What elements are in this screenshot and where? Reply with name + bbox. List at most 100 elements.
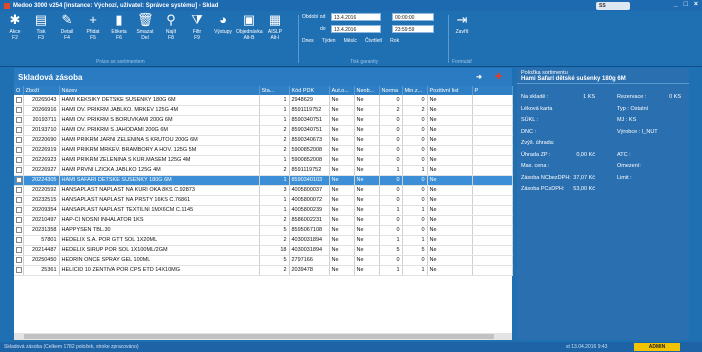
row-checkbox-cell[interactable] bbox=[14, 265, 24, 276]
row-checkbox[interactable] bbox=[16, 266, 22, 273]
column-header[interactable]: Název bbox=[59, 86, 260, 95]
user-indicator[interactable]: SS bbox=[596, 2, 630, 10]
cell-neob: Ne bbox=[354, 155, 380, 166]
horizontal-scrollbar[interactable] bbox=[14, 333, 512, 340]
row-checkbox-cell[interactable] bbox=[14, 145, 24, 156]
period-option[interactable]: Týden bbox=[322, 38, 336, 44]
row-checkbox[interactable] bbox=[16, 116, 22, 123]
row-checkbox[interactable] bbox=[16, 206, 22, 213]
table-row[interactable]: 25361 HELICID 10 ZENTIVA POR CPS ETD 14X1… bbox=[14, 265, 513, 276]
time-to-input[interactable]: 23:59:59 bbox=[392, 25, 434, 33]
row-checkbox[interactable] bbox=[16, 246, 22, 253]
ribbon-button-0[interactable]: ✱ Akce F2 bbox=[2, 13, 28, 42]
column-header[interactable]: P bbox=[472, 86, 513, 95]
row-checkbox-cell[interactable] bbox=[14, 195, 24, 206]
cell-stav: 2 bbox=[259, 125, 290, 136]
table-row[interactable]: 20226923 HAMI PRIKRM ZELENINA S KUR.MASEM… bbox=[14, 155, 513, 166]
ribbon-button-6[interactable]: ⚲ Najít F8 bbox=[158, 13, 184, 42]
row-checkbox-cell[interactable] bbox=[14, 155, 24, 166]
row-checkbox[interactable] bbox=[16, 226, 22, 233]
cell-min: 5 bbox=[402, 245, 428, 256]
row-checkbox[interactable] bbox=[16, 216, 22, 223]
scrollbar-thumb[interactable] bbox=[24, 334, 494, 339]
row-checkbox-cell[interactable] bbox=[14, 135, 24, 146]
maximize-button[interactable]: □ bbox=[684, 1, 688, 8]
table-row[interactable]: 20224305 HAMI SAFARI DETSKE SUSENKY 180G … bbox=[14, 175, 513, 186]
row-checkbox-cell[interactable] bbox=[14, 245, 24, 256]
cell-aut: Ne bbox=[329, 195, 355, 206]
ribbon-button-1[interactable]: ▤ Tisk F3 bbox=[28, 13, 54, 42]
table-row[interactable]: 20209354 HANSAPLAST NAPLAST TEXTILNI 1MX6… bbox=[14, 205, 513, 216]
column-header[interactable]: Sta... bbox=[259, 86, 290, 95]
row-checkbox[interactable] bbox=[16, 146, 22, 153]
ribbon-button-10[interactable]: ▦ AISLP Alt-I bbox=[262, 13, 288, 42]
table-row[interactable]: 20220690 HAMI PRIKRM JARNI ZELENINA S KRU… bbox=[14, 135, 513, 146]
row-checkbox-cell[interactable] bbox=[14, 185, 24, 196]
column-header[interactable]: Norma bbox=[379, 86, 403, 95]
row-checkbox-cell[interactable] bbox=[14, 205, 24, 216]
row-checkbox-cell[interactable] bbox=[14, 225, 24, 236]
column-header[interactable]: Zboží bbox=[23, 86, 60, 95]
row-checkbox[interactable] bbox=[16, 126, 22, 133]
date-to-input[interactable]: 13.4.2016 bbox=[331, 25, 381, 33]
table-row[interactable]: 20193711 HAMI OV. PRIKRM S BORUVKAMI 200G… bbox=[14, 115, 513, 126]
table-row[interactable]: 20226927 HAMI PRVNI LZICKA JABLKO 125G 4M… bbox=[14, 165, 513, 176]
column-header[interactable]: Neob... bbox=[354, 86, 380, 95]
row-checkbox[interactable] bbox=[16, 96, 22, 103]
table-row[interactable]: 20220592 HANSAPLAST NAPLAST NA KURI OKA 8… bbox=[14, 185, 513, 196]
row-checkbox[interactable] bbox=[16, 236, 22, 243]
arrow-right-icon[interactable]: ➜ bbox=[476, 73, 482, 81]
close-form-button[interactable]: ⇥ Zavřít bbox=[452, 13, 472, 36]
row-checkbox-cell[interactable] bbox=[14, 165, 24, 176]
period-option[interactable]: Rok bbox=[390, 38, 399, 44]
time-from-input[interactable]: 00:00:00 bbox=[392, 13, 434, 21]
table-row[interactable]: 20266916 HAMI OV. PRIKRM JABLKO. MRKEV 12… bbox=[14, 105, 513, 116]
ribbon-button-9[interactable]: ▣ Objednávka Alt-B bbox=[236, 13, 263, 42]
row-checkbox[interactable] bbox=[16, 136, 22, 143]
column-header[interactable]: Min.z... bbox=[402, 86, 428, 95]
period-option[interactable]: Dnes bbox=[302, 38, 314, 44]
period-option[interactable]: Měsíc bbox=[344, 38, 357, 44]
minimize-button[interactable]: _ bbox=[674, 1, 678, 8]
close-window-button[interactable]: × bbox=[694, 1, 698, 8]
column-header[interactable]: Pozitivní list bbox=[427, 86, 473, 95]
row-checkbox[interactable] bbox=[16, 196, 22, 203]
pin-icon[interactable]: ✚ bbox=[495, 72, 502, 81]
row-checkbox[interactable] bbox=[16, 256, 22, 263]
row-checkbox[interactable] bbox=[16, 106, 22, 113]
ribbon-button-3[interactable]: + Přidat F5 bbox=[80, 13, 106, 42]
row-checkbox-cell[interactable] bbox=[14, 125, 24, 136]
column-header[interactable]: O bbox=[14, 86, 24, 95]
row-checkbox-cell[interactable] bbox=[14, 215, 24, 226]
ribbon-button-7[interactable]: ⧩ Filtr F9 bbox=[184, 13, 210, 42]
column-header[interactable]: Kód PDK bbox=[289, 86, 330, 95]
table-row[interactable]: 20231358 HAPPYSEN TBL.30 5 8595067108 Ne Ne 0 0… bbox=[14, 225, 513, 236]
row-checkbox[interactable] bbox=[16, 156, 22, 163]
row-checkbox[interactable] bbox=[16, 166, 22, 173]
row-checkbox[interactable] bbox=[16, 186, 22, 193]
row-checkbox-cell[interactable] bbox=[14, 115, 24, 126]
detail-v: 37,07 Kč bbox=[573, 174, 595, 181]
table-row[interactable]: 57801 HEDELIX S.A. POR GTT SOL 1X20ML 2 403… bbox=[14, 235, 513, 246]
row-checkbox-cell[interactable] bbox=[14, 235, 24, 246]
ribbon-button-2[interactable]: ✎ Detail F4 bbox=[54, 13, 80, 42]
table-row[interactable]: 20265043 HAMI KEKSIKY DETSKE SUSENKY 180G… bbox=[14, 95, 513, 106]
table-row[interactable]: 20193710 HAMI OV. PRIKRM S JAHODAMI 200G … bbox=[14, 125, 513, 136]
period-option[interactable]: Čtvrtletí bbox=[365, 38, 382, 44]
table-row[interactable]: 20214487 HEDELIX SIRUP POR SOL 1X100ML/2G… bbox=[14, 245, 513, 256]
table-row[interactable]: 20232515 HANSAPLAST NAPLAST NA PRSTY 16KS… bbox=[14, 195, 513, 206]
table-row[interactable]: 20250450 HEDRIN ONCE SPRAY GEL 100ML 5 2797… bbox=[14, 255, 513, 266]
column-header[interactable]: Aut.o... bbox=[329, 86, 355, 95]
row-checkbox-cell[interactable] bbox=[14, 105, 24, 116]
ribbon-button-5[interactable]: 🗑 Smazat Del bbox=[132, 13, 158, 42]
row-checkbox-cell[interactable] bbox=[14, 255, 24, 266]
date-from-input[interactable]: 13.4.2016 bbox=[331, 13, 381, 21]
row-checkbox-cell[interactable] bbox=[14, 175, 24, 186]
ribbon-button-8[interactable]: ◕ Výstupy bbox=[210, 13, 236, 36]
table-row[interactable]: 20210497 HAP-CI NOSNI INHALATOR 1KS 2 85860… bbox=[14, 215, 513, 226]
table-row[interactable]: 20226919 HAMI PRIKRM MRKEV. BRAMBORY A HO… bbox=[14, 145, 513, 156]
row-checkbox-cell[interactable] bbox=[14, 95, 24, 106]
ribbon-button-4[interactable]: ▮ Etiketa F6 bbox=[106, 13, 132, 42]
app-icon bbox=[4, 2, 10, 9]
row-checkbox[interactable] bbox=[16, 176, 22, 183]
